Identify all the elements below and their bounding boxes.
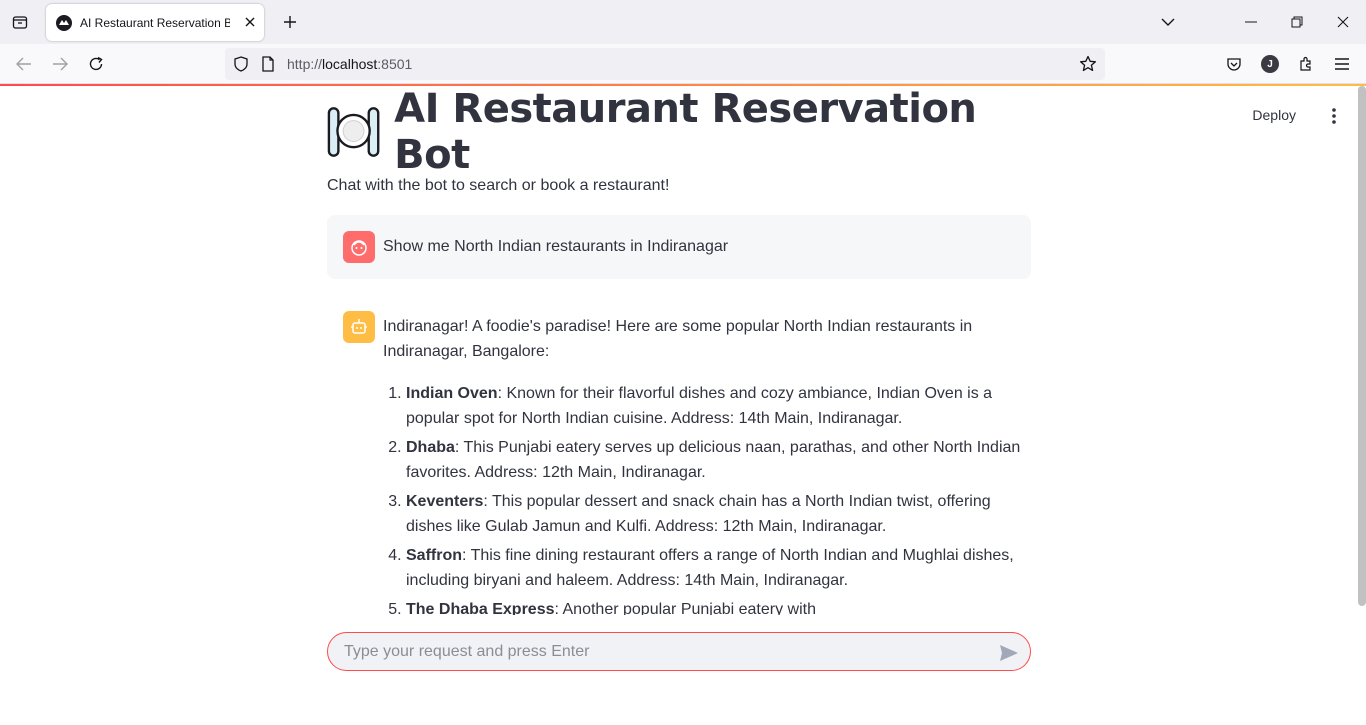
list-item: Indian Oven: Known for their flavorful d… (406, 381, 1028, 431)
list-item: The Dhaba Express: Another popular Punja… (406, 597, 1028, 615)
deploy-button[interactable]: Deploy (1252, 107, 1296, 123)
page-scrollbar[interactable] (1358, 86, 1366, 606)
close-window-icon[interactable] (1333, 12, 1353, 32)
plate-cutlery-icon (327, 107, 380, 157)
chat-input[interactable] (344, 640, 984, 664)
bot-avatar-icon (343, 311, 375, 343)
user-message-text: Show me North Indian restaurants in Indi… (383, 238, 729, 255)
app-menu-icon[interactable] (1332, 54, 1352, 74)
restaurant-name: Indian Oven (406, 385, 498, 402)
restaurant-desc: : This popular dessert and snack chain h… (406, 493, 991, 535)
browser-nav-bar: http://localhost:8501 J (0, 44, 1366, 84)
minimize-icon[interactable] (1241, 12, 1261, 32)
list-item: Keventers: This popular dessert and snac… (406, 489, 1028, 539)
restaurant-name: Keventers (406, 493, 484, 510)
restaurant-name: Dhaba (406, 439, 455, 456)
page-info-icon[interactable] (261, 56, 275, 77)
restaurant-desc: : This fine dining restaurant offers a r… (406, 547, 1014, 589)
account-avatar-icon[interactable]: J (1260, 54, 1280, 74)
reload-icon[interactable] (86, 54, 106, 74)
main-menu-icon[interactable] (1324, 106, 1344, 126)
list-item: Saffron: This fine dining restaurant off… (406, 543, 1028, 593)
bookmark-star-icon[interactable] (1079, 55, 1097, 78)
restaurant-name: The Dhaba Express (406, 601, 555, 615)
list-item: Dhaba: This Punjabi eatery serves up del… (406, 435, 1028, 485)
browser-tab-bar: AI Restaurant Reservation Bot (0, 0, 1366, 44)
restaurant-list: Indian Oven: Known for their flavorful d… (383, 381, 1028, 615)
send-icon[interactable] (998, 642, 1020, 664)
chat-message-user: Show me North Indian restaurants in Indi… (327, 215, 1031, 279)
app-container: Deploy AI Restaurant Reservation Bot Cha… (0, 86, 1366, 725)
chat-input-container (327, 632, 1031, 671)
page-subtitle: Chat with the bot to search or book a re… (327, 177, 670, 194)
close-tab-icon[interactable] (242, 14, 258, 30)
restaurant-desc: : This Punjabi eatery serves up deliciou… (406, 439, 1021, 481)
bot-message-body: Indiranagar! A foodie's paradise! Here a… (383, 314, 1028, 615)
url-host: localhost (322, 56, 378, 72)
url-text[interactable]: http://localhost:8501 (287, 56, 412, 72)
restore-icon[interactable] (1287, 12, 1307, 32)
restaurant-name: Saffron (406, 547, 462, 564)
shield-icon[interactable] (233, 56, 249, 77)
url-scheme: http:// (287, 56, 323, 72)
back-icon[interactable] (14, 54, 34, 74)
page-title-row: AI Restaurant Reservation Bot (327, 86, 1031, 178)
list-all-tabs-icon[interactable] (1158, 12, 1178, 32)
url-port: :8501 (377, 56, 413, 72)
chat-message-assistant: Indiranagar! A foodie's paradise! Here a… (327, 295, 1031, 615)
browser-tab-active[interactable]: AI Restaurant Reservation Bot (46, 4, 264, 41)
streamlit-favicon-icon (56, 14, 72, 31)
forward-icon[interactable] (50, 54, 70, 74)
tab-title: AI Restaurant Reservation Bot (80, 15, 230, 30)
user-avatar-icon (343, 231, 375, 263)
url-bar[interactable]: http://localhost:8501 (225, 48, 1105, 80)
page-title: AI Restaurant Reservation Bot (394, 86, 977, 178)
pocket-icon[interactable] (1224, 54, 1244, 74)
new-tab-icon[interactable] (280, 12, 300, 32)
extensions-icon[interactable] (1296, 54, 1316, 74)
restaurant-desc: : Another popular Punjabi eatery with (554, 601, 817, 615)
tab-list-icon[interactable] (8, 10, 32, 34)
bot-intro: Indiranagar! A foodie's paradise! Here a… (383, 318, 973, 360)
